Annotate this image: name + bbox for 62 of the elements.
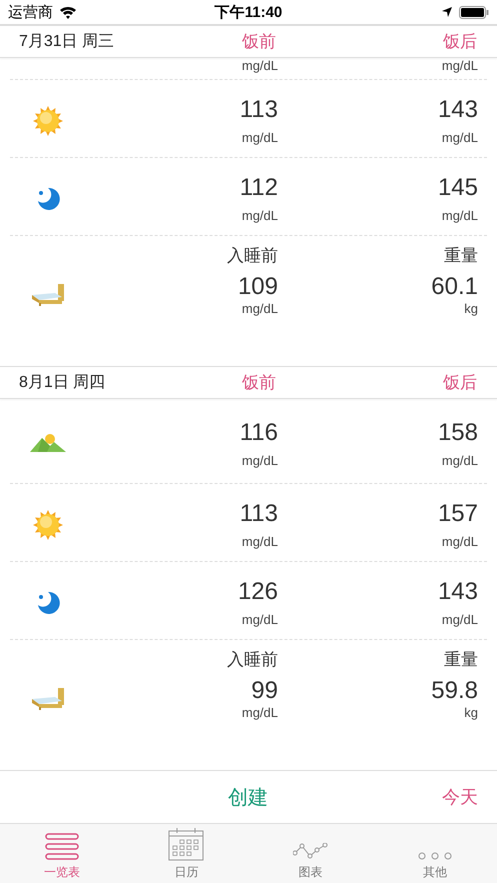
unit-label: mg/dL xyxy=(442,130,478,145)
today-button[interactable]: 今天 xyxy=(442,785,478,809)
tab[interactable]: 日历 xyxy=(124,824,248,883)
unit-label: mg/dL xyxy=(242,534,278,549)
battery-icon xyxy=(459,6,490,18)
carrier-name: 运营商 xyxy=(8,2,53,22)
column-heading: 饭前 xyxy=(242,31,276,53)
unit-label: mg/dL xyxy=(242,705,278,720)
row-label: 入睡前 xyxy=(227,245,278,267)
line-chart-icon xyxy=(292,843,329,861)
moon-icon xyxy=(35,590,61,616)
date-label: 8月1日 周四 xyxy=(19,373,106,393)
unit-label: mg/dL xyxy=(242,130,278,145)
unit-label: mg/dL xyxy=(442,612,478,627)
unit-label: mg/dL xyxy=(442,534,478,549)
location-icon xyxy=(441,6,454,18)
wifi-icon xyxy=(59,6,77,18)
row-label: 重量 xyxy=(444,245,478,267)
reading-value: 157 xyxy=(438,500,478,528)
column-heading: 饭前 xyxy=(242,372,276,394)
reading-value: 112 xyxy=(240,174,278,202)
mountain-icon xyxy=(30,433,66,453)
reading-value: 145 xyxy=(438,174,478,202)
tab[interactable]: 一览表 xyxy=(0,824,124,883)
reading-value: 126 xyxy=(238,578,278,606)
reading-value: 143 xyxy=(438,96,478,124)
bed-icon xyxy=(31,282,65,306)
create-button[interactable]: 创建 xyxy=(228,784,268,810)
unit-label: kg xyxy=(464,705,478,720)
reading-value: 60.1 xyxy=(431,273,478,301)
row-label: 入睡前 xyxy=(227,649,278,671)
more-icon xyxy=(418,851,452,861)
tab[interactable]: 图表 xyxy=(248,824,373,883)
unit-label: mg/dL xyxy=(242,301,278,316)
unit-label: mg/dL xyxy=(242,58,278,75)
list-icon xyxy=(44,831,80,861)
sun-icon xyxy=(31,104,65,138)
calendar-icon xyxy=(168,827,204,861)
row-label: 重量 xyxy=(444,649,478,671)
bed-icon xyxy=(31,686,65,710)
reading-value: 158 xyxy=(438,418,478,446)
reading-value: 116 xyxy=(240,418,278,446)
moon-icon xyxy=(35,186,61,212)
unit-label: mg/dL xyxy=(242,452,278,468)
column-heading: 饭后 xyxy=(443,31,477,53)
date-label: 7月31日 周三 xyxy=(19,32,116,52)
status-time: 下午11:40 xyxy=(214,2,282,22)
column-heading: 饭后 xyxy=(443,372,477,394)
reading-value: 109 xyxy=(238,273,278,301)
unit-label: mg/dL xyxy=(442,208,478,223)
reading-value: 143 xyxy=(438,578,478,606)
reading-value: 59.8 xyxy=(431,677,478,705)
unit-label: kg xyxy=(464,301,478,316)
reading-value: 113 xyxy=(240,500,278,528)
unit-label: mg/dL xyxy=(442,452,478,468)
reading-value: 113 xyxy=(240,96,278,124)
reading-value: 99 xyxy=(251,677,278,705)
sun-icon xyxy=(31,508,65,542)
unit-label: mg/dL xyxy=(442,58,478,75)
unit-label: mg/dL xyxy=(242,208,278,223)
tab[interactable]: 其他 xyxy=(372,824,497,883)
unit-label: mg/dL xyxy=(242,612,278,627)
